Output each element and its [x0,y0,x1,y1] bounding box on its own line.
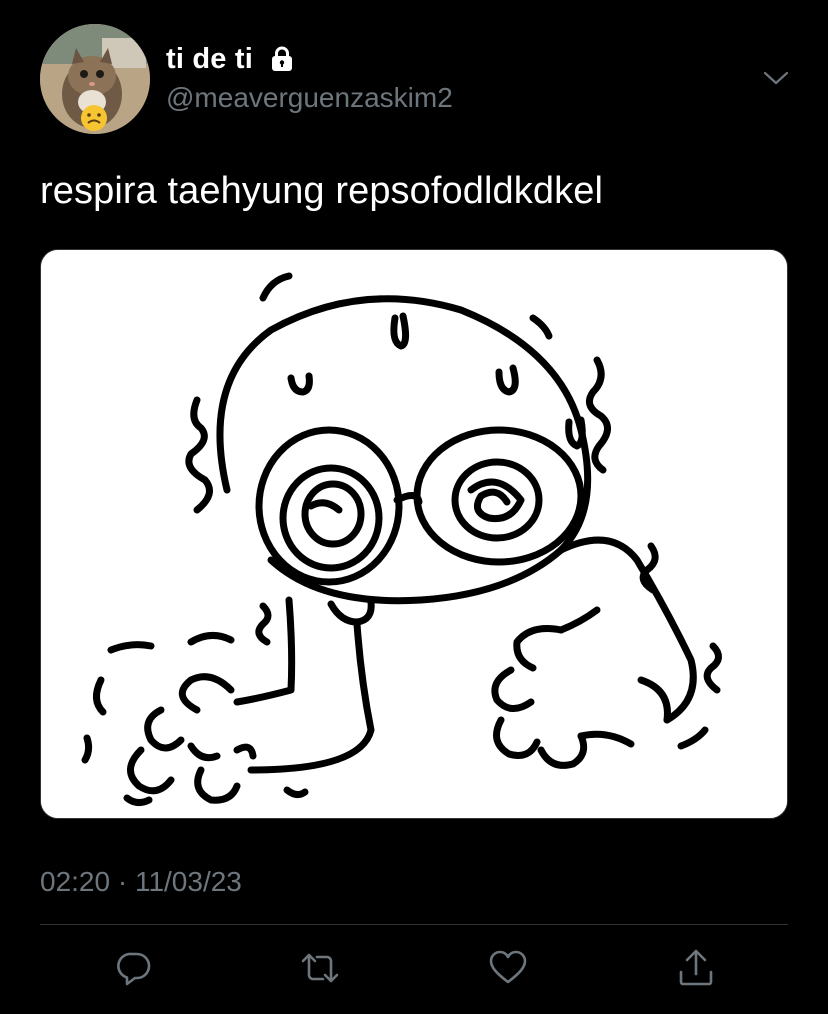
user-handle[interactable]: @meaverguenzaskim2 [166,82,453,114]
lock-icon [267,44,297,74]
reply-icon [117,952,151,986]
tweet-actions-bar [0,946,828,994]
retweet-icon [301,953,339,983]
user-header: ti de ti @meaverguenzaskim2 [166,42,453,114]
like-button[interactable] [486,946,530,990]
tweet-detail: ti de ti @meaverguenzaskim2 respira taeh… [0,0,828,1014]
tweet-text: respira taehyung repsofodldkdkel [40,170,603,212]
chevron-down-icon [763,71,789,85]
reply-button[interactable] [112,946,156,990]
more-options-button[interactable] [760,64,792,92]
divider [40,924,788,925]
share-icon [679,949,713,986]
share-button[interactable] [674,946,718,990]
avatar-kitten-image [40,24,150,134]
heart-icon [489,950,527,984]
display-name[interactable]: ti de ti [166,43,253,76]
tweet-timestamp[interactable]: 02:20 · 11/03/23 [40,866,242,898]
avatar[interactable] [40,24,150,134]
display-name-row: ti de ti [166,42,453,76]
doodle-drawing [41,250,787,818]
retweet-button[interactable] [298,946,342,990]
tweet-media-image[interactable] [40,249,788,819]
